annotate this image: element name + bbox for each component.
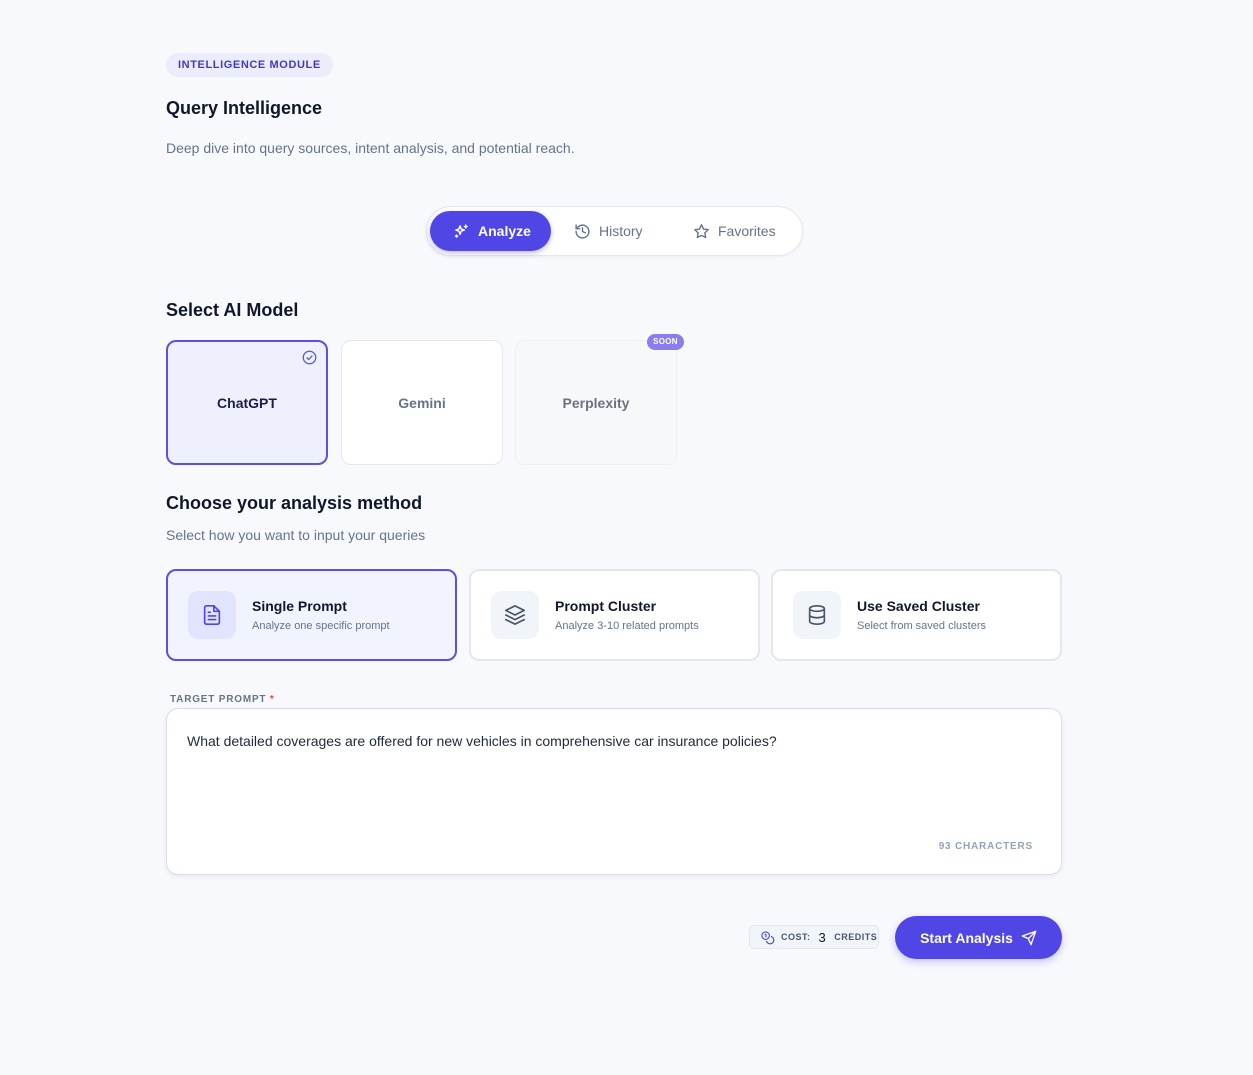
history-icon: [575, 223, 590, 239]
tab-analyze[interactable]: Analyze: [430, 211, 551, 251]
method-title: Prompt Cluster: [555, 598, 657, 614]
target-prompt-label-text: TARGET PROMPT: [170, 694, 267, 705]
model-label: Gemini: [398, 394, 446, 411]
page-subtitle: Deep dive into query sources, intent ana…: [166, 140, 575, 156]
cost-label: COST:: [781, 932, 811, 942]
document-icon: [203, 605, 221, 625]
method-icon-box: [793, 591, 841, 639]
method-title: Use Saved Cluster: [857, 598, 980, 614]
cost-unit: CREDITS: [834, 932, 878, 942]
cost-value: 3: [818, 929, 827, 945]
target-prompt-input[interactable]: What detailed coverages are offered for …: [187, 732, 1037, 750]
model-card-perplexity: Perplexity: [515, 340, 677, 465]
method-section-description: Select how you want to input your querie…: [166, 527, 426, 543]
target-prompt-field[interactable]: What detailed coverages are offered for …: [166, 708, 1062, 875]
page-title: Query Intelligence: [166, 98, 323, 118]
check-circle-icon: [302, 350, 317, 365]
model-card-chatgpt[interactable]: ChatGPT: [166, 340, 328, 465]
model-card-gemini[interactable]: Gemini: [341, 340, 503, 465]
soon-badge: SOON: [647, 334, 684, 350]
start-analysis-button[interactable]: Start Analysis: [895, 916, 1062, 959]
method-description: Select from saved clusters: [857, 620, 986, 632]
method-title: Single Prompt: [252, 598, 347, 614]
view-tabs: Analyze History Favorites: [426, 206, 803, 256]
tab-analyze-label: Analyze: [478, 223, 531, 239]
coins-icon: [761, 930, 775, 944]
model-label: Perplexity: [562, 394, 630, 411]
start-analysis-label: Start Analysis: [920, 929, 1013, 946]
sparkles-icon: [454, 223, 468, 238]
target-prompt-label: TARGET PROMPT *: [170, 694, 275, 705]
send-icon: [1021, 930, 1037, 945]
method-description: Analyze 3-10 related prompts: [555, 620, 699, 632]
method-icon-box: [491, 591, 539, 639]
tab-history-label: History: [599, 223, 643, 239]
method-section-title: Choose your analysis method: [166, 493, 423, 513]
method-icon-box: [188, 591, 236, 639]
method-description: Analyze one specific prompt: [252, 620, 390, 632]
method-card-prompt-cluster[interactable]: Prompt Cluster Analyze 3-10 related prom…: [469, 569, 760, 661]
model-label: ChatGPT: [217, 394, 277, 411]
method-card-single-prompt[interactable]: Single Prompt Analyze one specific promp…: [166, 569, 457, 661]
model-section-title: Select AI Model: [166, 300, 299, 320]
page: INTELLIGENCE MODULE Query Intelligence D…: [0, 0, 1253, 1075]
database-icon: [808, 605, 826, 625]
character-count: 93 CHARACTERS: [938, 841, 1033, 852]
tab-history[interactable]: History: [574, 211, 654, 251]
module-badge: INTELLIGENCE MODULE: [166, 53, 333, 77]
cost-badge: COST: 3 CREDITS: [749, 925, 879, 949]
star-icon: [694, 223, 709, 238]
method-card-saved-cluster[interactable]: Use Saved Cluster Select from saved clus…: [771, 569, 1062, 661]
tab-favorites-label: Favorites: [718, 223, 776, 239]
layers-icon: [505, 605, 525, 625]
tab-favorites[interactable]: Favorites: [693, 211, 783, 251]
required-mark: *: [269, 694, 275, 705]
